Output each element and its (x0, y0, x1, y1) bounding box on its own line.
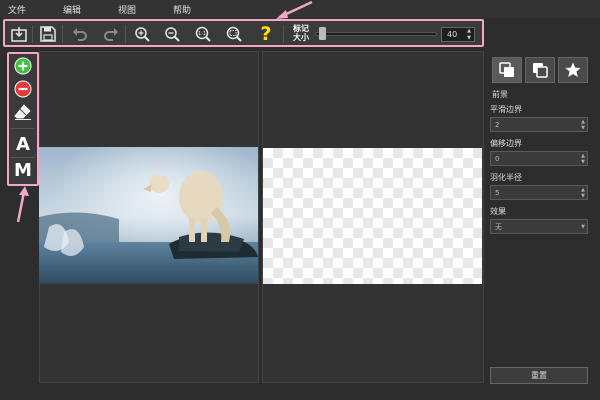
fit-window-button[interactable] (225, 25, 243, 43)
offset-edge-label: 偏移边界 (490, 139, 522, 148)
chevron-down-icon[interactable]: ▼ (581, 224, 585, 230)
effect-label: 效果 (490, 207, 506, 216)
offset-edge-value: 0 (495, 154, 500, 163)
brush-size-label-line1: 标记 (293, 24, 309, 33)
feather-radius-input[interactable]: 5 ▲ ▼ (490, 185, 588, 200)
zoom-out-icon (165, 27, 180, 42)
redo-button[interactable] (102, 25, 120, 43)
effects-tab-icon (565, 62, 581, 77)
import-icon (11, 27, 27, 42)
undo-icon (73, 28, 87, 41)
zoom-out-button[interactable] (163, 25, 181, 43)
brush-size-input[interactable]: 40 ▲ ▼ (441, 27, 475, 42)
feather-radius-label: 羽化半径 (490, 173, 522, 182)
menu-view[interactable]: 视图 (118, 3, 136, 16)
import-button[interactable] (10, 25, 28, 43)
auto-mode-label: A (16, 133, 30, 155)
remove-area-button[interactable] (12, 79, 34, 99)
foreground-tab[interactable] (492, 57, 522, 83)
eraser-icon (14, 104, 31, 120)
plus-circle-icon (14, 57, 32, 75)
smooth-edge-stepper[interactable]: ▲ ▼ (581, 119, 585, 131)
main-toolbar: 1:1 ? 标记 大小 40 ▲ ▼ (3, 19, 484, 47)
auto-mode-button[interactable]: A (12, 133, 34, 155)
effect-select[interactable]: 无 ▼ (490, 219, 588, 234)
actual-size-icon: 1:1 (195, 26, 211, 42)
brush-size-stepper[interactable]: ▲ ▼ (465, 28, 473, 41)
smooth-edge-value: 2 (495, 120, 500, 129)
svg-text:1:1: 1:1 (198, 31, 206, 37)
transparent-result-preview (263, 148, 482, 284)
smooth-edge-label: 平滑边界 (490, 105, 522, 114)
dog-on-rock-photo (39, 147, 258, 284)
brush-size-slider-handle[interactable] (318, 27, 326, 40)
tool-separator (11, 157, 35, 158)
toolbar-separator (32, 25, 33, 43)
stepper-down-icon[interactable]: ▼ (467, 35, 471, 41)
offset-edge-stepper[interactable]: ▲ ▼ (581, 153, 585, 165)
foreground-tab-icon (499, 62, 514, 77)
actual-size-button[interactable]: 1:1 (194, 25, 212, 43)
tool-separator (11, 128, 35, 129)
brush-size-slider[interactable] (315, 32, 437, 36)
background-tab-icon (533, 63, 548, 78)
background-tab[interactable] (525, 57, 555, 83)
source-image[interactable] (39, 147, 258, 284)
effect-value: 无 (495, 222, 502, 231)
brush-size-value: 40 (447, 30, 458, 39)
help-icon: ? (260, 23, 272, 45)
keep-area-button[interactable] (12, 56, 34, 76)
offset-edge-input[interactable]: 0 ▲ ▼ (490, 151, 588, 166)
eraser-button[interactable] (12, 102, 34, 122)
reset-label: 重置 (531, 371, 547, 380)
fit-window-icon (226, 26, 242, 42)
panel-section-title: 前景 (492, 90, 508, 99)
stepper-up-icon[interactable]: ▲ (467, 28, 471, 34)
effects-tab[interactable] (558, 57, 588, 83)
redo-icon (104, 28, 118, 41)
feather-radius-stepper[interactable]: ▲ ▼ (581, 187, 585, 199)
manual-mode-button[interactable]: M (12, 159, 34, 181)
annotation-arrow-toolbar (276, 0, 313, 19)
tool-panel: A M (7, 52, 39, 186)
properties-panel: 前景 平滑边界 2 ▲ ▼ 偏移边界 0 ▲ ▼ 羽化半径 5 ▲ ▼ 效果 无 ▼ … (486, 51, 598, 391)
manual-mode-label: M (14, 159, 32, 181)
save-button[interactable] (39, 25, 57, 43)
undo-button[interactable] (71, 25, 89, 43)
brush-size-label-line2: 大小 (293, 33, 309, 42)
smooth-edge-select[interactable]: 2 ▲ ▼ (490, 117, 588, 132)
menu-edit[interactable]: 编辑 (63, 3, 81, 16)
toolbar-separator (283, 25, 284, 43)
toolbar-separator (125, 25, 126, 43)
minus-circle-icon (14, 80, 32, 98)
menu-help[interactable]: 帮助 (173, 3, 191, 16)
app-window: 文件 编辑 视图 帮助 1:1 ? 标记 大小 40 ▲ ▼ A M 前景 平滑… (0, 0, 600, 400)
help-button[interactable]: ? (257, 23, 275, 45)
brush-size-label: 标记 大小 (291, 24, 311, 42)
zoom-in-button[interactable] (133, 25, 151, 43)
menu-file[interactable]: 文件 (8, 3, 26, 16)
zoom-in-icon (135, 27, 150, 42)
reset-button[interactable]: 重置 (490, 367, 588, 384)
toolbar-separator (62, 25, 63, 43)
feather-radius-value: 5 (495, 188, 500, 197)
annotation-arrow-tools (16, 186, 29, 223)
save-icon (40, 26, 56, 42)
